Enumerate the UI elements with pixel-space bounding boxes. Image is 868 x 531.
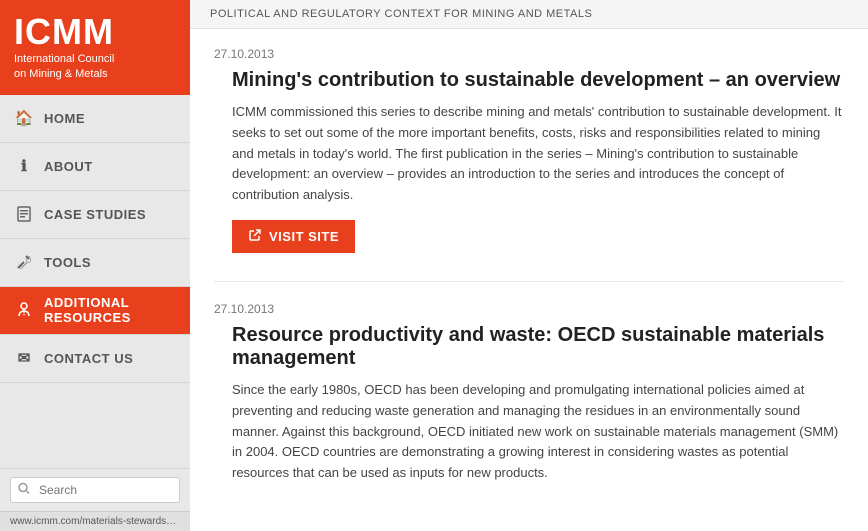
search-input[interactable]: [10, 477, 180, 503]
sidebar-item-label: ABOUT: [44, 159, 93, 174]
sidebar-item-contact-us[interactable]: ✉ CONTACT US: [0, 335, 190, 383]
sidebar-item-home[interactable]: 🏠 HOME: [0, 95, 190, 143]
sidebar-search-container: [0, 468, 190, 511]
breadcrumb: POLITICAL AND REGULATORY CONTEXT FOR MIN…: [190, 0, 868, 29]
article-2-title: Resource productivity and waste: OECD su…: [232, 324, 844, 370]
sidebar-item-label: CONTACT US: [44, 351, 133, 366]
visit-site-label: VISIT SITE: [269, 229, 339, 244]
url-bar: www.icmm.com/materials-stewardship-toolk…: [0, 511, 190, 531]
tools-icon: [14, 252, 34, 272]
main-content-area: POLITICAL AND REGULATORY CONTEXT FOR MIN…: [190, 0, 868, 531]
search-icon: [18, 483, 30, 498]
logo-subtitle: International Council on Mining & Metals: [14, 52, 176, 83]
sidebar-item-additional-resources[interactable]: ADDITIONAL RESOURCES: [0, 287, 190, 335]
link-icon: [248, 228, 262, 245]
envelope-icon: ✉: [14, 348, 34, 368]
article-1-date: 27.10.2013: [214, 47, 844, 61]
article-2-body: Since the early 1980s, OECD has been dev…: [232, 380, 844, 484]
articles-list: 27.10.2013 Mining's contribution to sust…: [190, 29, 868, 531]
article-divider: [214, 281, 844, 282]
sidebar-logo: ICMM International Council on Mining & M…: [0, 0, 190, 95]
sidebar-item-label: ADDITIONAL RESOURCES: [44, 295, 176, 325]
sidebar-nav: 🏠 HOME ℹ ABOUT CASE STUDIES: [0, 95, 190, 468]
article-2-date: 27.10.2013: [214, 302, 844, 316]
visit-site-button[interactable]: VISIT SITE: [232, 220, 355, 253]
article-2: 27.10.2013 Resource productivity and was…: [214, 302, 844, 484]
document-icon: [14, 204, 34, 224]
sidebar-item-label: TOOLS: [44, 255, 91, 270]
sidebar-item-label: HOME: [44, 111, 85, 126]
sidebar-item-label: CASE STUDIES: [44, 207, 146, 222]
logo-acronym: ICMM: [14, 14, 176, 50]
home-icon: 🏠: [14, 108, 34, 128]
article-1: 27.10.2013 Mining's contribution to sust…: [214, 47, 844, 253]
sidebar-item-case-studies[interactable]: CASE STUDIES: [0, 191, 190, 239]
article-1-body: ICMM commissioned this series to describ…: [232, 102, 844, 206]
resources-icon: [14, 300, 34, 320]
article-1-title: Mining's contribution to sustainable dev…: [232, 69, 844, 92]
sidebar: ICMM International Council on Mining & M…: [0, 0, 190, 531]
info-icon: ℹ: [14, 156, 34, 176]
sidebar-item-about[interactable]: ℹ ABOUT: [0, 143, 190, 191]
sidebar-item-tools[interactable]: TOOLS: [0, 239, 190, 287]
